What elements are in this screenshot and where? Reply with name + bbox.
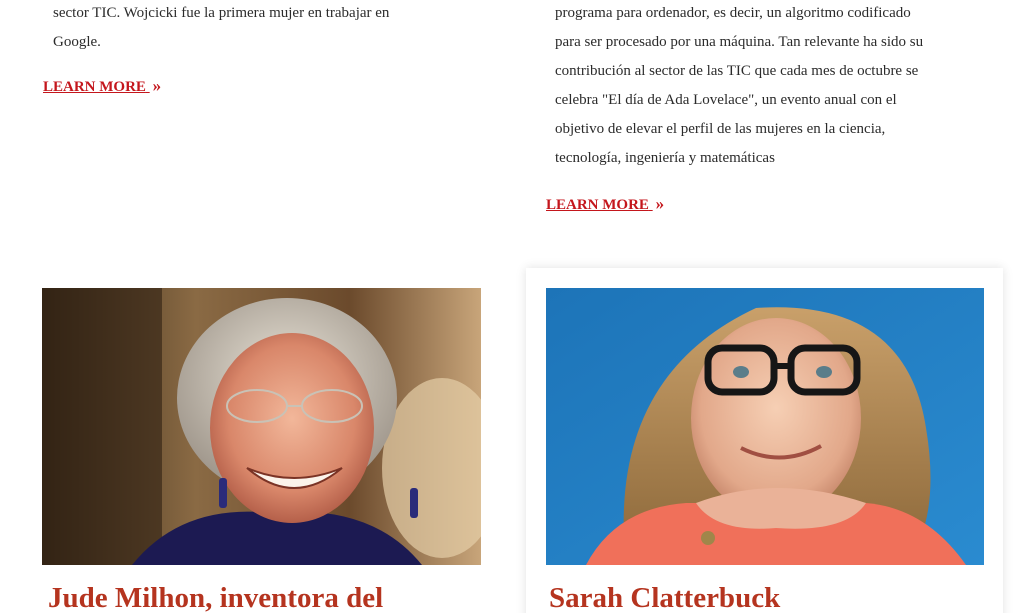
learn-more-label: LEARN MORE [546,197,649,213]
excerpt-line: sector TIC. Wojcicki fue la primera muje… [53,5,390,21]
excerpt-line: para ser procesado por una máquina. Tan … [555,34,924,50]
article-title-milhon[interactable]: Jude Milhon, inventora del [48,582,383,613]
portrait-photo-milhon[interactable] [42,288,481,565]
excerpt-line: Google. [53,34,101,50]
excerpt-line: celebra "El día de Ada Lovelace", un eve… [555,92,897,108]
double-chevron-right-icon: » [655,194,665,213]
excerpt-line: objetivo de elevar el perfil de las muje… [555,121,886,137]
article-card-wojcicki: sector TIC. Wojcicki fue la primera muje… [42,0,482,57]
double-chevron-right-icon: » [152,76,162,95]
portrait-image [42,288,481,565]
learn-more-link-wojcicki[interactable]: LEARN MORE » [43,76,161,96]
learn-more-link-lovelace[interactable]: LEARN MORE » [546,194,664,214]
excerpt-line: contribución al sector de las TIC que ca… [555,63,919,79]
learn-more-label: LEARN MORE [43,79,146,95]
excerpt-line: programa para ordenador, es decir, un al… [555,5,911,21]
portrait-image [546,288,984,565]
article-card-lovelace: programa para ordenador, es decir, un al… [545,0,985,173]
article-excerpt: sector TIC. Wojcicki fue la primera muje… [42,0,482,57]
portrait-photo-clatterbuck[interactable] [546,288,984,565]
excerpt-line: tecnología, ingeniería y matemáticas [555,150,775,166]
article-title-clatterbuck[interactable]: Sarah Clatterbuck [549,582,780,613]
article-excerpt: programa para ordenador, es decir, un al… [545,0,985,173]
